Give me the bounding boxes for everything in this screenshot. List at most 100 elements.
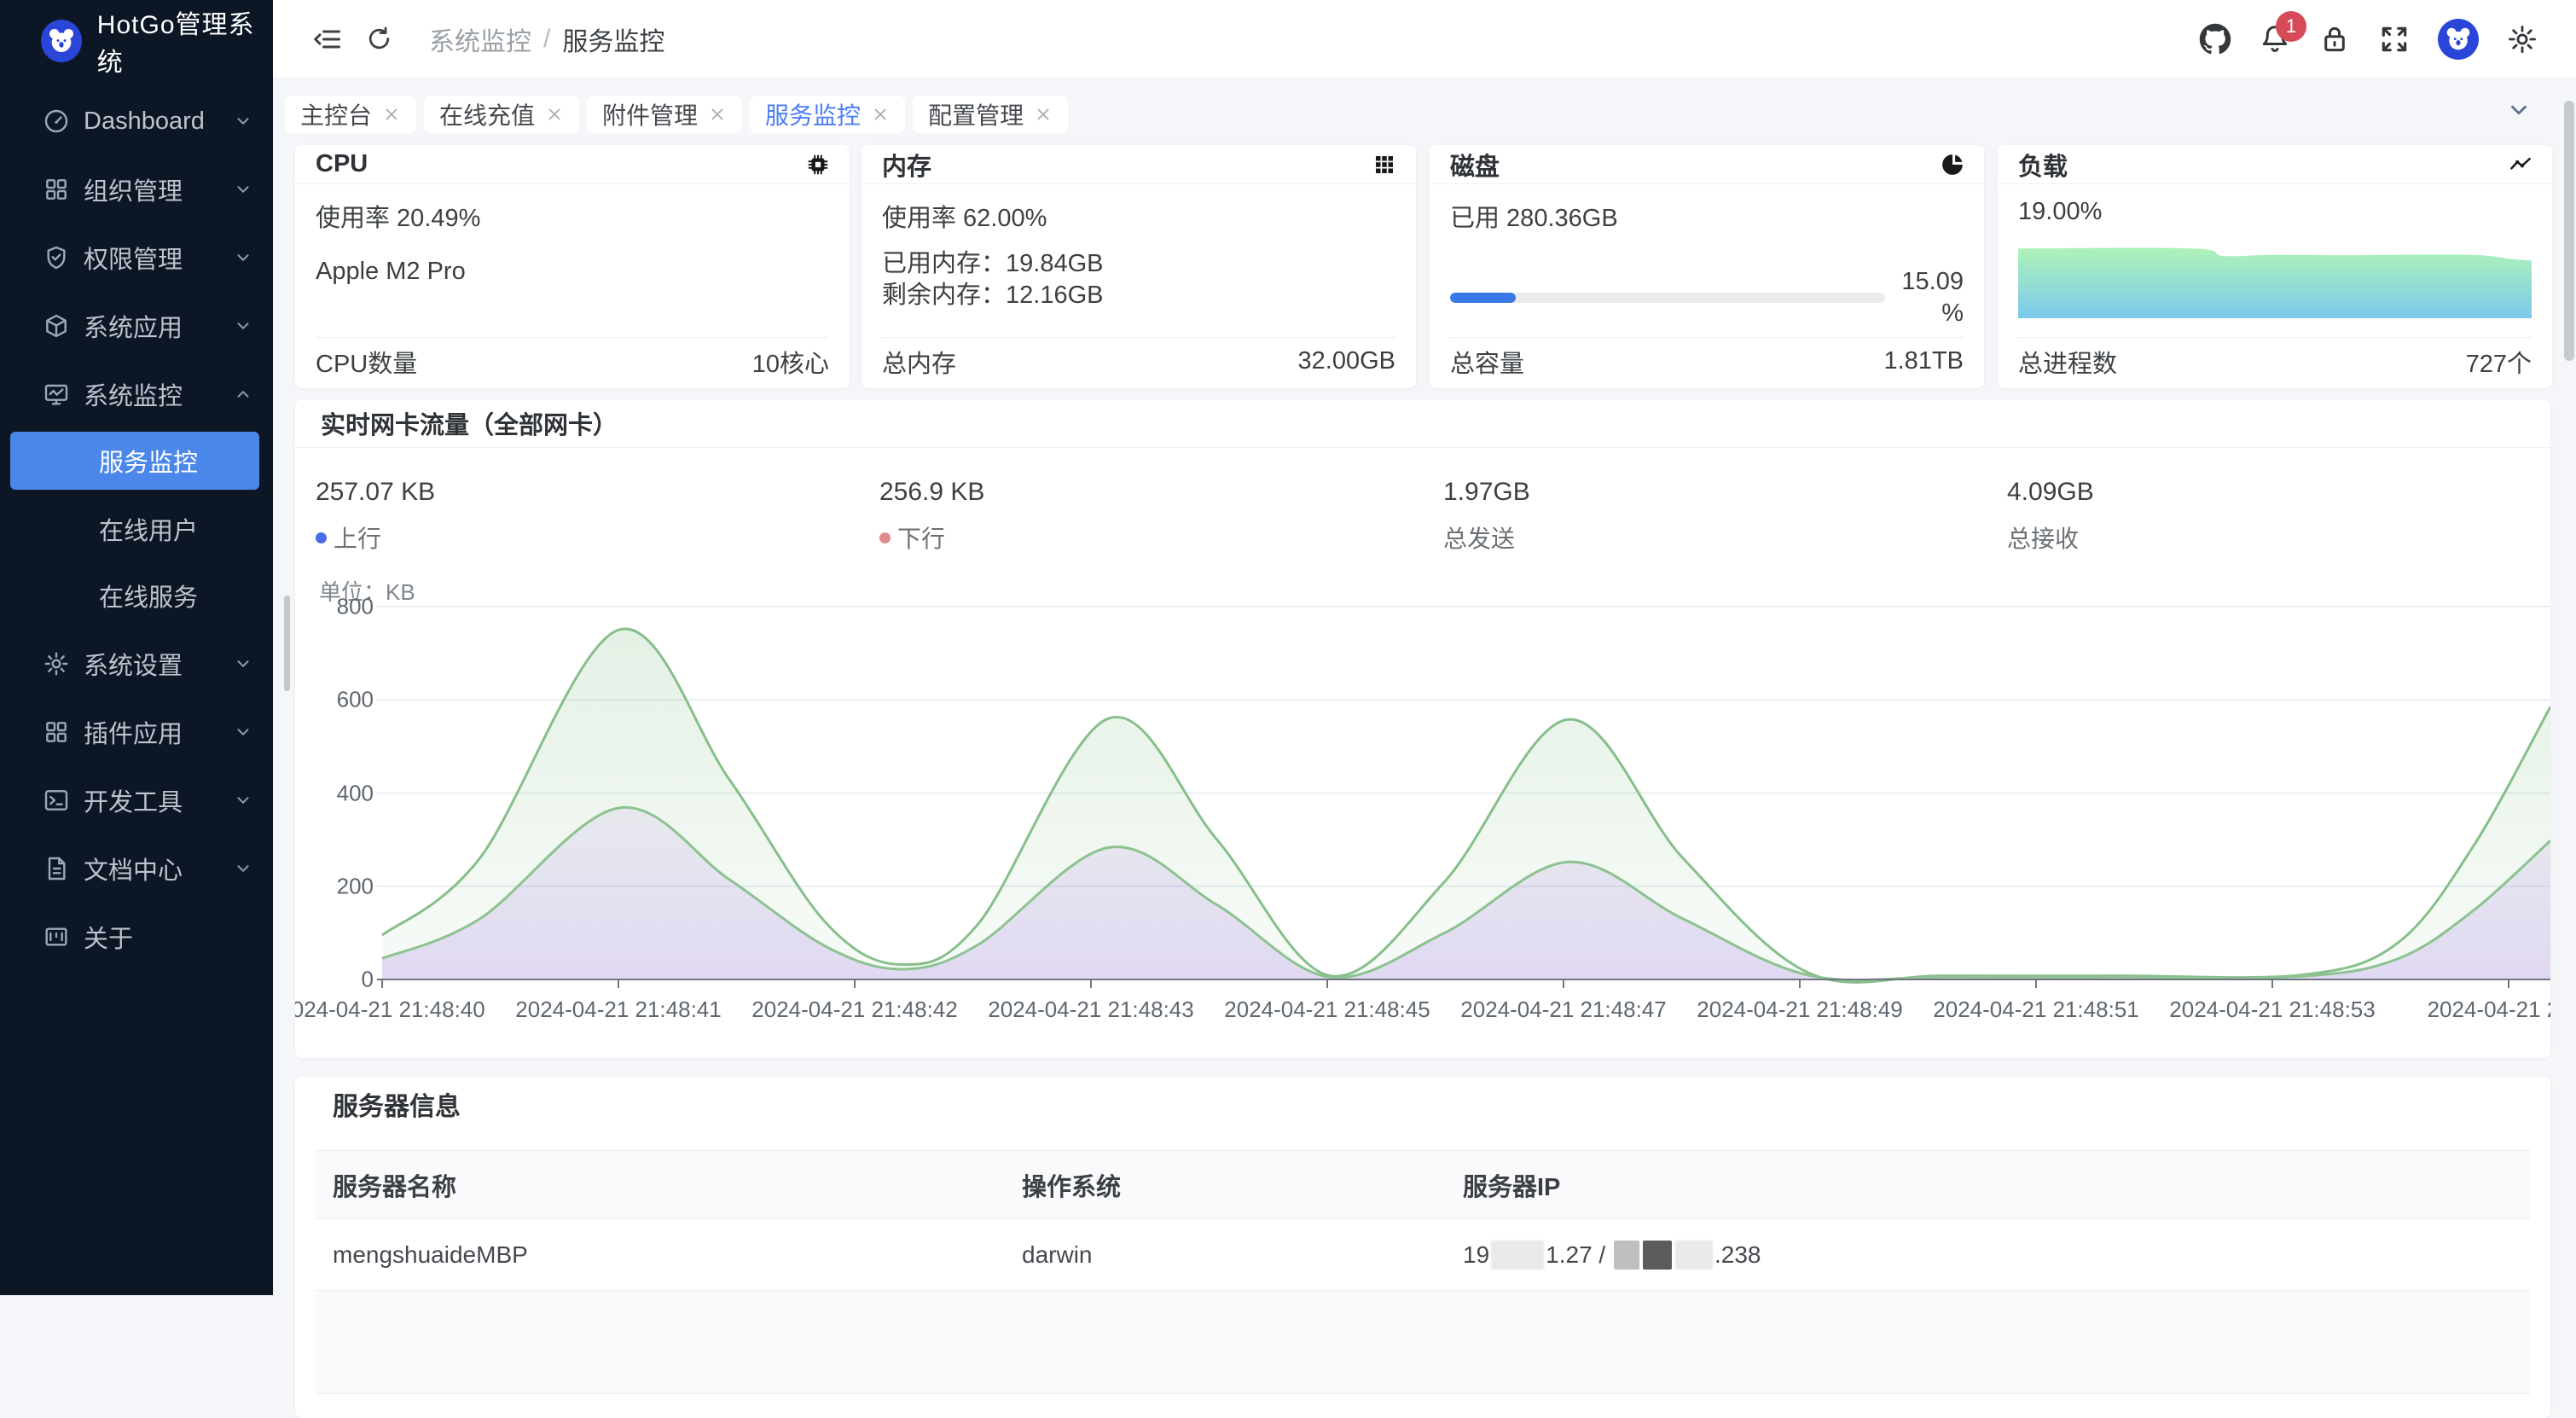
sidebar-subitem-online-users[interactable]: 在线用户 bbox=[10, 500, 259, 558]
memory-usage: 使用率 62.00% bbox=[882, 198, 1047, 234]
sidebar-item-label: 开发工具 bbox=[84, 782, 234, 818]
card-title: CPU bbox=[316, 150, 805, 178]
tab-online-recharge[interactable]: 在线充值 bbox=[424, 96, 579, 133]
disk-percent-value: 15.09 bbox=[1885, 266, 1964, 298]
sidebar-item-docs[interactable]: 文档中心 bbox=[0, 834, 273, 903]
gear-icon bbox=[43, 650, 70, 677]
koala-avatar-icon bbox=[2442, 23, 2474, 55]
breadcrumb: 系统监控 / 服务监控 bbox=[429, 20, 664, 58]
sidebar-item-label: 权限管理 bbox=[84, 240, 234, 276]
sidebar-item-plugins[interactable]: 插件应用 bbox=[0, 698, 273, 766]
card-title: 磁盘 bbox=[1450, 147, 1940, 183]
breadcrumb-current: 服务监控 bbox=[562, 20, 664, 58]
disk-used: 已用 280.36GB bbox=[1450, 198, 1618, 234]
server-info-card: 服务器信息 服务器名称 操作系统 服务器IP mengshuaideMBP da… bbox=[295, 1077, 2550, 1418]
trend-line-icon bbox=[2508, 152, 2533, 177]
close-icon[interactable] bbox=[708, 105, 727, 124]
sidebar-subitem-online-services[interactable]: 在线服务 bbox=[10, 567, 259, 625]
column-header-ip: 服务器IP bbox=[1463, 1167, 2530, 1203]
github-icon[interactable] bbox=[2199, 23, 2231, 55]
frame-icon bbox=[43, 923, 70, 950]
table-header-row: 服务器名称 操作系统 服务器IP bbox=[316, 1151, 2530, 1219]
card-title: 负载 bbox=[2018, 147, 2508, 183]
header-actions: 1 bbox=[2199, 19, 2538, 60]
sidebar-item-system-monitor[interactable]: 系统监控 bbox=[0, 360, 273, 428]
collapse-sidebar-icon[interactable] bbox=[312, 24, 343, 55]
disk-progress: 15.09 % bbox=[1450, 266, 1964, 329]
table-row-partial bbox=[316, 1291, 2530, 1393]
disk-card-header: 磁盘 bbox=[1430, 145, 1984, 184]
cpu-chip-icon bbox=[805, 152, 831, 177]
lock-screen-icon[interactable] bbox=[2318, 23, 2351, 55]
close-icon[interactable] bbox=[1034, 105, 1053, 124]
sidebar-subitem-service-monitor[interactable]: 服务监控 bbox=[10, 432, 259, 490]
sidebar-subitem-label: 在线服务 bbox=[99, 578, 198, 613]
close-icon[interactable] bbox=[545, 105, 564, 124]
sidebar-item-label: 系统设置 bbox=[84, 646, 234, 682]
chevron-down-icon bbox=[234, 654, 252, 673]
refresh-icon[interactable] bbox=[365, 25, 393, 53]
tab-label: 主控台 bbox=[300, 97, 372, 131]
sidebar-item-about[interactable]: 关于 bbox=[0, 903, 273, 971]
document-icon bbox=[43, 855, 70, 882]
sidebar-item-label: 文档中心 bbox=[84, 851, 234, 886]
chevron-up-icon bbox=[234, 385, 252, 404]
sidebar-item-label: 系统监控 bbox=[84, 376, 234, 412]
cell-server-name: mengshuaideMBP bbox=[316, 1241, 1022, 1269]
close-icon[interactable] bbox=[382, 105, 401, 124]
cpu-model: Apple M2 Pro bbox=[316, 258, 466, 286]
notification-bell[interactable]: 1 bbox=[2259, 23, 2291, 55]
ip-redaction bbox=[1614, 1241, 1639, 1270]
tab-attachments[interactable]: 附件管理 bbox=[587, 96, 742, 133]
ip-redaction bbox=[1491, 1241, 1544, 1270]
network-traffic-card: 实时网卡流量（全部网卡） 257.07 KB 上行 256.9 KB 下行 1.… bbox=[295, 399, 2550, 1058]
disk-card: 磁盘 已用 280.36GB 15.09 % 总容量 1.81TB bbox=[1430, 145, 1984, 388]
close-icon[interactable] bbox=[871, 105, 890, 124]
memory-card: 内存 使用率 62.00% 已用内存：19.84GB 剩余内存：12.16GB … bbox=[862, 145, 1416, 388]
tab-service-monitor[interactable]: 服务监控 bbox=[750, 96, 905, 133]
footer-value: 32.00GB bbox=[1298, 347, 1395, 375]
sidebar-item-label: 插件应用 bbox=[84, 714, 234, 750]
column-header-os: 操作系统 bbox=[1022, 1167, 1463, 1203]
column-header-name: 服务器名称 bbox=[316, 1167, 1022, 1203]
sidebar-item-permission[interactable]: 权限管理 bbox=[0, 224, 273, 292]
breadcrumb-separator: / bbox=[543, 25, 550, 54]
sidebar-item-system-settings[interactable]: 系统设置 bbox=[0, 630, 273, 698]
footer-label: 总容量 bbox=[1450, 344, 1524, 380]
koala-logo-icon bbox=[44, 24, 78, 58]
chevron-down-icon bbox=[234, 723, 252, 741]
memory-free: 剩余内存：12.16GB bbox=[882, 275, 1103, 311]
fullscreen-icon[interactable] bbox=[2378, 23, 2411, 55]
app-logo-row[interactable]: HotGo管理系统 bbox=[0, 0, 273, 82]
tab-list-chevron-icon[interactable] bbox=[2506, 97, 2532, 123]
disk-progress-fill bbox=[1450, 293, 1516, 303]
chevron-down-icon bbox=[234, 112, 252, 131]
memory-used: 已用内存：19.84GB bbox=[882, 243, 1103, 279]
sidebar-item-dev-tools[interactable]: 开发工具 bbox=[0, 766, 273, 834]
tab-bar: 主控台 在线充值 附件管理 服务监控 配置管理 bbox=[273, 78, 2576, 150]
sidebar-subitem-label: 服务监控 bbox=[99, 443, 198, 479]
cpu-card-header: CPU bbox=[295, 145, 850, 184]
page-scrollbar-thumb[interactable] bbox=[2564, 101, 2574, 361]
chevron-down-icon bbox=[234, 791, 252, 810]
app-title: HotGo管理系统 bbox=[97, 3, 273, 78]
sidebar-item-org[interactable]: 组织管理 bbox=[0, 155, 273, 224]
tab-console[interactable]: 主控台 bbox=[285, 96, 416, 133]
avatar[interactable] bbox=[2438, 19, 2479, 60]
sidebar-item-system-app[interactable]: 系统应用 bbox=[0, 292, 273, 360]
ip-part: .238 bbox=[1714, 1241, 1761, 1269]
settings-gear-icon[interactable] bbox=[2506, 23, 2538, 55]
tab-config[interactable]: 配置管理 bbox=[913, 96, 1068, 133]
card-title: 内存 bbox=[882, 147, 1372, 183]
disk-progress-track bbox=[1450, 293, 1885, 303]
breadcrumb-parent[interactable]: 系统监控 bbox=[429, 20, 531, 58]
ip-redaction bbox=[1643, 1241, 1672, 1270]
sidebar-item-dashboard[interactable]: Dashboard bbox=[0, 87, 273, 155]
content-scrollbar-thumb[interactable] bbox=[284, 596, 290, 691]
cube-icon bbox=[43, 312, 70, 340]
load-card: 负载 19.00% 总进程数 727个 bbox=[1998, 145, 2552, 388]
load-card-footer: 总进程数 727个 bbox=[2018, 337, 2532, 385]
ip-part: 19 bbox=[1463, 1241, 1489, 1269]
cpu-card-footer: CPU数量 10核心 bbox=[316, 337, 829, 385]
footer-value: 10核心 bbox=[752, 344, 829, 380]
